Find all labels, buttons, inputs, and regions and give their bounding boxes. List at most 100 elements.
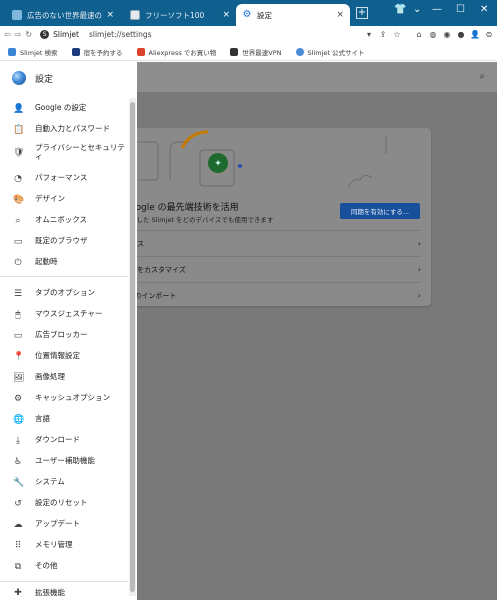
gear-icon: ⚙ xyxy=(13,393,23,404)
bookmark-label: Slimjet 検索 xyxy=(20,48,58,57)
sidebar-item-label: 拡張機能 xyxy=(35,587,65,597)
person-icon: 👤 xyxy=(13,103,25,114)
bookmark-item[interactable]: Aliexpress でお買い物 xyxy=(136,47,216,57)
site-name: Slimjet xyxy=(53,30,79,39)
sidebar-item-tab-options[interactable]: ☰ タブのオプション xyxy=(0,283,128,304)
maximize-button[interactable]: ☐ xyxy=(456,4,465,15)
tab-title: 広告のない世界最速のウェブブ xyxy=(27,10,102,20)
sidebar-item-privacy[interactable]: 🛡 プライバシーとセキュリティ xyxy=(0,140,128,166)
card-row[interactable]: ビス › xyxy=(130,230,421,256)
sidebar-item-omnibox[interactable]: ⌕ オムニボックス xyxy=(0,210,128,231)
tab-close-icon[interactable]: × xyxy=(336,10,344,20)
back-button[interactable]: ⇦ xyxy=(4,30,11,39)
wrench-icon: 🔧 xyxy=(13,477,25,488)
card-title: oogle の最先端技術を活用 xyxy=(130,203,239,213)
profile-icon[interactable]: ● xyxy=(455,30,467,39)
clipboard-icon: 📋 xyxy=(13,124,25,135)
sidebar-item-languages[interactable]: 🌐 言語 xyxy=(0,409,128,430)
sidebar-item-label: デザイン xyxy=(35,194,65,204)
sidebar-item-label: 位置情報設定 xyxy=(35,351,80,361)
sidebar-item-label: アップデート xyxy=(35,519,80,529)
card-row[interactable]: Eのインポート › xyxy=(130,282,421,308)
address-bar[interactable]: slimjet://settings xyxy=(89,30,152,39)
sidebar-item-default-browser[interactable]: ▭ 既定のブラウザ xyxy=(0,231,128,252)
bookmark-item[interactable]: Slimjet 検索 xyxy=(8,47,58,57)
home-icon[interactable]: ⌂ xyxy=(413,30,425,39)
scrollbar-thumb[interactable] xyxy=(130,102,135,592)
sidebar-item-mouse-gestures[interactable]: 🖱 マウスジェスチャー xyxy=(0,304,128,325)
sync-icon[interactable]: ◉ xyxy=(441,30,453,39)
browser-icon: ▭ xyxy=(13,236,23,247)
settings-drawer: 設定 👤 Google の設定 📋 自動入力とパスワード 🛡 プライバシーとセキ… xyxy=(0,62,137,600)
sidebar-item-label: パフォーマンス xyxy=(35,173,88,183)
mouse-icon: 🖱 xyxy=(15,309,21,320)
bookmark-favicon-icon xyxy=(295,47,304,56)
sidebar-item-google[interactable]: 👤 Google の設定 xyxy=(0,98,128,119)
star-icon[interactable]: ☆ xyxy=(391,30,403,39)
sidebar-item-label: 画像処理 xyxy=(35,372,65,382)
location-pin-icon: 📍 xyxy=(13,351,25,362)
divider xyxy=(0,581,128,582)
sync-promo-card: ✦ oogle の最先端技術を活用 ズした Slimjet をどのデバイスでも使… xyxy=(120,128,431,306)
palette-icon: 🎨 xyxy=(13,194,25,205)
enable-sync-button[interactable]: 同期を有効にする... xyxy=(340,203,420,219)
tab-close-icon[interactable]: × xyxy=(222,10,230,20)
new-tab-button[interactable]: + xyxy=(356,7,368,19)
sidebar-item-autofill[interactable]: 📋 自動入力とパスワード xyxy=(0,119,128,140)
extension-icon[interactable]: ◍ xyxy=(427,30,439,39)
tab-close-icon[interactable]: × xyxy=(106,10,114,20)
sidebar-item-extensions[interactable]: ✚ 拡張機能 xyxy=(0,586,128,600)
sidebar-item-memory[interactable]: ⠿ メモリ管理 xyxy=(0,535,128,556)
image-icon: 🖼 xyxy=(13,372,25,383)
search-icon[interactable]: ⌕ xyxy=(479,71,485,82)
tab-settings[interactable]: ⚙ 設定 × xyxy=(236,4,350,26)
sidebar-item-image-processing[interactable]: 🖼 画像処理 xyxy=(0,367,128,388)
bookmark-label: 宿を予約する xyxy=(83,48,123,57)
reload-button[interactable]: ↻ xyxy=(25,30,32,39)
sidebar-item-on-startup[interactable]: ⏻ 起動時 xyxy=(0,252,128,273)
bookmark-item[interactable]: 世界最速VPN xyxy=(230,47,282,57)
tab-freesoft100[interactable]: フリーソフト100 × xyxy=(124,4,236,26)
sidebar-item-accessibility[interactable]: ♿ ユーザー補助機能 xyxy=(0,451,128,472)
card-row[interactable]: ムをカスタマイズ › xyxy=(130,256,421,282)
tab-slimjet-home[interactable]: 広告のない世界最速のウェブブ × xyxy=(6,4,120,26)
slimjet-favicon-icon xyxy=(12,10,22,20)
divider xyxy=(0,276,128,277)
slimjet-logo-icon xyxy=(12,71,26,85)
shirt-icon[interactable]: 👕 xyxy=(394,4,406,15)
page-favicon-icon xyxy=(130,10,140,20)
bookmarks-bar: Slimjet 検索 宿を予約する Aliexpress でお買い物 世界最速V… xyxy=(0,43,497,61)
dropdown-arrow-icon[interactable]: ▾ xyxy=(363,30,375,39)
sidebar-item-label: システム xyxy=(35,477,65,487)
site-chip[interactable]: S Slimjet xyxy=(40,30,79,39)
ad-block-icon: ▭ xyxy=(13,330,23,341)
sidebar-item-label: 起動時 xyxy=(35,257,58,267)
bookmark-item[interactable]: Slimjet 公式サイト xyxy=(295,47,365,57)
menu-icon[interactable]: ⊜ xyxy=(483,30,495,39)
sidebar-item-location[interactable]: 📍 位置情報設定 xyxy=(0,346,128,367)
close-window-button[interactable]: ✕ xyxy=(480,4,488,15)
sidebar-item-label: 広告ブロッカー xyxy=(35,330,88,340)
sidebar-item-update[interactable]: ☁ アップデート xyxy=(0,514,128,535)
sidebar-item-system[interactable]: 🔧 システム xyxy=(0,472,128,493)
share-icon[interactable]: ⇪ xyxy=(377,30,389,39)
tab-title: フリーソフト100 xyxy=(145,10,205,20)
search-icon: ⌕ xyxy=(15,215,21,226)
bookmark-favicon-icon xyxy=(71,47,80,56)
sidebar-item-label: マウスジェスチャー xyxy=(35,309,103,319)
drawer-header: 設定 xyxy=(0,62,137,94)
chevron-down-icon[interactable]: ⌄ xyxy=(413,4,421,15)
sidebar-item-design[interactable]: 🎨 デザイン xyxy=(0,189,128,210)
bookmark-item[interactable]: 宿を予約する xyxy=(71,47,123,57)
sidebar-item-reset-settings[interactable]: ↺ 設定のリセット xyxy=(0,493,128,514)
sidebar-item-performance[interactable]: ◔ パフォーマンス xyxy=(0,168,128,189)
sidebar-item-cache-options[interactable]: ⚙ キャッシュオプション xyxy=(0,388,128,409)
minimize-button[interactable]: — xyxy=(432,4,442,15)
bookmark-label: Slimjet 公式サイト xyxy=(307,48,365,57)
forward-button[interactable]: ⇨ xyxy=(15,30,22,39)
sidebar-item-other[interactable]: ⧉ その他 xyxy=(0,556,128,577)
drawer-scrollbar[interactable] xyxy=(129,98,136,596)
sidebar-item-ad-blocker[interactable]: ▭ 広告ブロッカー xyxy=(0,325,128,346)
sidebar-item-downloads[interactable]: ⤓ ダウンロード xyxy=(0,430,128,451)
account-icon[interactable]: 👤 xyxy=(469,30,481,39)
